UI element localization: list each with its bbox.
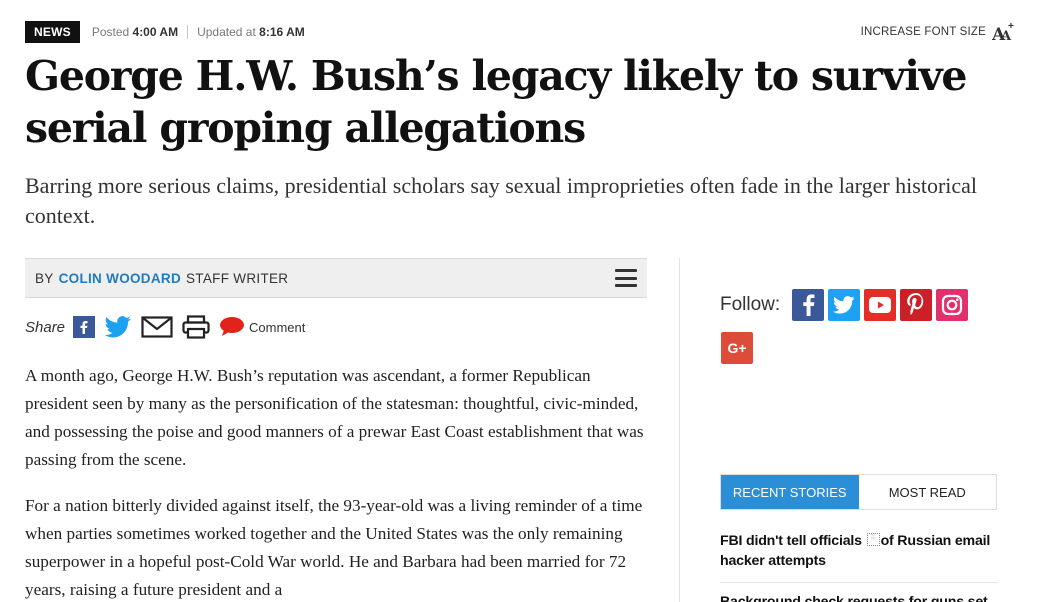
story-link[interactable]: FBI didn't tell officials ░ of Russian em… bbox=[720, 531, 998, 571]
pinterest-icon[interactable] bbox=[900, 289, 933, 321]
twitter-icon[interactable] bbox=[828, 289, 861, 321]
story-link[interactable]: Background check requests for guns set bbox=[720, 592, 998, 602]
posted-label: Posted bbox=[91, 25, 130, 39]
article-paragraph: For a nation bitterly divided against it… bbox=[25, 496, 643, 599]
svg-text:+: + bbox=[1008, 21, 1014, 32]
font-size-label: INCREASE FONT SIZE bbox=[860, 26, 986, 38]
posted-meta: Posted 4:00 AM bbox=[92, 25, 178, 39]
byline-bar: BY COLIN WOODARD STAFF WRITER bbox=[25, 258, 647, 298]
email-share-icon[interactable] bbox=[141, 316, 173, 338]
twitter-share-icon[interactable] bbox=[104, 316, 132, 338]
share-row: Share Comment bbox=[25, 314, 305, 340]
stories-tabs: RECENT STORIES MOST READ bbox=[720, 474, 997, 510]
facebook-share-icon[interactable] bbox=[73, 316, 96, 338]
posted-time: 4:00 AM bbox=[132, 25, 179, 39]
author-title: STAFF WRITER bbox=[186, 270, 289, 286]
increase-font-size-button[interactable]: INCREASE FONT SIZE A A + bbox=[861, 21, 1016, 43]
comment-link[interactable]: Comment bbox=[249, 320, 305, 335]
article-headline: George H.W. Bush’s legacy likely to surv… bbox=[25, 52, 968, 152]
print-icon[interactable] bbox=[182, 315, 210, 339]
author-link[interactable]: COLIN WOODARD bbox=[59, 271, 181, 286]
youtube-icon[interactable] bbox=[864, 289, 897, 321]
google-plus-icon[interactable]: G+ bbox=[721, 332, 753, 364]
unknown-glyph-icon: ░ bbox=[866, 533, 880, 546]
column-divider bbox=[679, 258, 680, 602]
updated-label: Updated at bbox=[197, 25, 256, 39]
story-divider bbox=[720, 582, 998, 583]
meta-divider bbox=[187, 25, 189, 39]
article-body: A month ago, George H.W. Bush’s reputati… bbox=[25, 362, 650, 602]
article-paragraph: A month ago, George H.W. Bush’s reputati… bbox=[25, 366, 644, 469]
instagram-icon[interactable] bbox=[936, 289, 969, 321]
article-dek: Barring more serious claims, presidentia… bbox=[25, 173, 978, 228]
story-title-part: FBI didn't tell officials bbox=[720, 533, 866, 549]
follow-bar: Follow: bbox=[720, 289, 972, 321]
follow-label: Follow: bbox=[720, 294, 781, 315]
updated-meta: Updated at 8:16 AM bbox=[197, 25, 305, 39]
share-label: Share bbox=[25, 318, 66, 336]
facebook-icon[interactable] bbox=[792, 289, 825, 321]
hamburger-menu-icon[interactable] bbox=[615, 269, 637, 287]
updated-time: 8:16 AM bbox=[259, 25, 305, 39]
category-badge[interactable]: NEWS bbox=[25, 21, 80, 43]
tab-recent-stories[interactable]: RECENT STORIES bbox=[721, 475, 859, 509]
byline-prefix: BY bbox=[35, 270, 54, 286]
comment-icon[interactable] bbox=[219, 316, 245, 338]
tab-most-read[interactable]: MOST READ bbox=[858, 475, 996, 509]
font-size-icon: A A + bbox=[992, 21, 1014, 43]
article-meta-bar: NEWS Posted 4:00 AM Updated at 8:16 AM I… bbox=[25, 20, 1016, 44]
